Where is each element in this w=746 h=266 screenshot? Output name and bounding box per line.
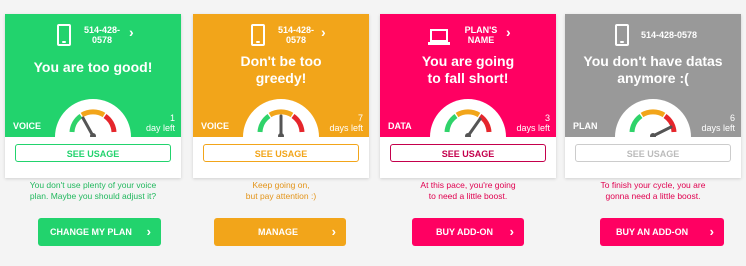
usage-gauge	[615, 96, 691, 139]
card-header: 514-428-0578 You don't have datas anymor…	[565, 14, 741, 139]
line-number: 514-428- 0578	[277, 25, 315, 45]
card-header: PLAN'S NAME › You are going to fall shor…	[380, 14, 556, 139]
days-left: 1 day left	[145, 113, 175, 133]
usage-gauge	[243, 96, 319, 139]
chevron-right-icon: ›	[509, 224, 514, 239]
manage-button[interactable]: MANAGE ›	[214, 218, 346, 246]
change-my-plan-button[interactable]: CHANGE MY PLAN ›	[38, 218, 161, 246]
usage-type-label: VOICE	[13, 121, 42, 131]
button-label: BUY ADD-ON	[436, 227, 494, 237]
status-message: You are going to fall short!	[421, 53, 515, 86]
card-header: 514-428- 0578 › Don't be too greedy! VOI…	[193, 14, 369, 139]
chevron-right-icon[interactable]: ›	[321, 24, 326, 40]
chevron-right-icon: ›	[709, 224, 714, 239]
phone-icon	[615, 24, 629, 46]
usage-card-plan: 514-428-0578 You don't have datas anymor…	[565, 14, 741, 178]
days-left: 3 days left	[516, 113, 550, 133]
button-label: CHANGE MY PLAN	[50, 227, 132, 237]
advice-text: To finish your cycle, you are gonna need…	[600, 180, 706, 201]
phone-icon	[57, 24, 71, 46]
card-header: 514-428- 0578 › You are too good! VOICE …	[5, 14, 181, 139]
status-message: Don't be too greedy!	[240, 53, 322, 86]
plan-name: PLAN'S NAME	[464, 25, 498, 45]
see-usage-button[interactable]: SEE USAGE	[390, 144, 546, 162]
advice-text: At this pace, you're going to need a lit…	[420, 180, 516, 201]
usage-card-voice-1: 514-428- 0578 › You are too good! VOICE …	[5, 14, 181, 178]
buy-add-on-button[interactable]: BUY ADD-ON ›	[412, 218, 524, 246]
chevron-right-icon: ›	[331, 224, 336, 239]
chevron-right-icon[interactable]: ›	[129, 24, 134, 40]
buy-an-add-on-button[interactable]: BUY AN ADD-ON ›	[600, 218, 724, 246]
see-usage-button[interactable]: SEE USAGE	[15, 144, 171, 162]
status-message: You are too good!	[33, 59, 153, 75]
usage-gauge	[430, 96, 506, 139]
see-usage-button: SEE USAGE	[575, 144, 731, 162]
button-label: BUY AN ADD-ON	[616, 227, 689, 237]
laptop-icon	[428, 29, 450, 45]
usage-type-label: PLAN	[573, 121, 598, 131]
see-usage-button[interactable]: SEE USAGE	[203, 144, 359, 162]
usage-gauge	[55, 96, 131, 139]
advice-text: Keep going on, but pay attention :)	[245, 180, 317, 201]
chevron-right-icon[interactable]: ›	[506, 24, 511, 40]
usage-type-label: DATA	[388, 121, 412, 131]
status-message: You don't have datas anymore :(	[583, 53, 723, 86]
days-left: 6 days left	[701, 113, 735, 133]
usage-card-voice-2: 514-428- 0578 › Don't be too greedy! VOI…	[193, 14, 369, 178]
advice-text: You don't use plenty of your voice plan.…	[29, 180, 157, 201]
days-left: 7 days left	[329, 113, 363, 133]
usage-type-label: VOICE	[201, 121, 230, 131]
line-number: 514-428- 0578	[83, 25, 121, 45]
chevron-right-icon: ›	[146, 224, 151, 239]
phone-icon	[251, 24, 265, 46]
usage-card-data: PLAN'S NAME › You are going to fall shor…	[380, 14, 556, 178]
line-number: 514-428-0578	[640, 30, 698, 40]
button-label: MANAGE	[258, 227, 298, 237]
